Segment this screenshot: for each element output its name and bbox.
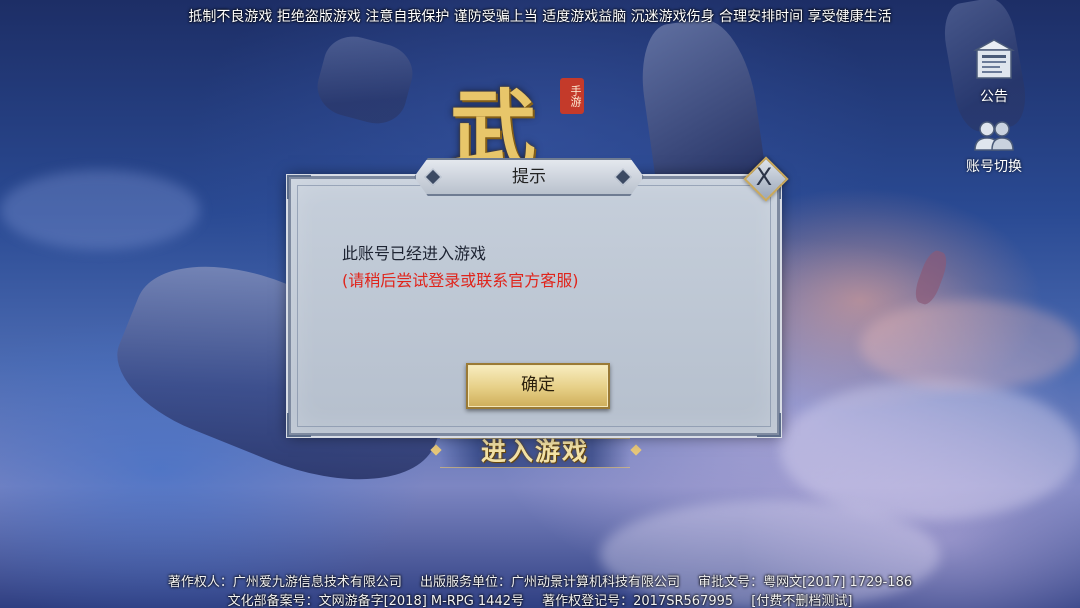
test-status: [付费不删档测试] — [751, 594, 853, 608]
dialog-corner-ornament — [287, 413, 311, 437]
logo-seal: 手游 — [560, 78, 584, 114]
approval-number: 审批文号：粤网文[2017] 1729-186 — [698, 575, 913, 590]
dialog-warning-message: (请稍后尝试登录或联系官方客服) — [342, 271, 579, 290]
game-logo: 武 手游 — [440, 60, 600, 181]
notice-board-icon — [973, 39, 1015, 79]
background-cloud — [780, 380, 1080, 520]
dialog-corner-ornament — [757, 413, 781, 437]
enter-game-label: 进入游戏 — [480, 437, 589, 466]
copyright-line-2: 文化部备案号：文网游备字[2018] M-RPG 1442号 著作权登记号：20… — [0, 590, 1080, 608]
publisher: 出版服务单位：广州动景计算机科技有限公司 — [420, 575, 681, 590]
close-button[interactable]: X — [743, 156, 789, 202]
floating-rock — [911, 247, 951, 308]
close-icon: X — [755, 163, 773, 191]
ministry-filing-number: 文化部备案号：文网游备字[2018] M-RPG 1442号 — [227, 594, 524, 608]
copyright-holder: 著作权人：广州爱九游信息技术有限公司 — [167, 575, 402, 590]
copyright-registration-number: 著作权登记号：2017SR567995 — [542, 594, 734, 608]
game-login-screen: 抵制不良游戏 拒绝盗版游戏 注意自我保护 谨防受骗上当 适度游戏益脑 沉迷游戏伤… — [0, 0, 1080, 608]
copyright-line-1: 著作权人：广州爱九游信息技术有限公司 出版服务单位：广州动景计算机科技有限公司 … — [0, 571, 1080, 590]
dialog-corner-ornament — [287, 175, 311, 199]
confirm-button[interactable]: 确定 — [466, 363, 610, 409]
health-gaming-notice: 抵制不良游戏 拒绝盗版游戏 注意自我保护 谨防受骗上当 适度游戏益脑 沉迷游戏伤… — [188, 9, 892, 25]
background-cloud — [0, 170, 200, 250]
users-switch-icon — [974, 121, 1014, 151]
switch-account-button[interactable]: 账号切换 — [959, 118, 1029, 176]
enter-game-button[interactable]: 进入游戏 — [430, 430, 640, 470]
floating-rock — [311, 29, 419, 131]
background-cloud — [860, 300, 1080, 390]
switch-account-label: 账号切换 — [966, 159, 1022, 175]
notice-button[interactable]: 公告 — [959, 38, 1029, 106]
notice-button-label: 公告 — [980, 89, 1008, 105]
dialog-message: 此账号已经进入游戏 — [342, 244, 487, 263]
dialog-title: 提示 — [512, 167, 546, 187]
